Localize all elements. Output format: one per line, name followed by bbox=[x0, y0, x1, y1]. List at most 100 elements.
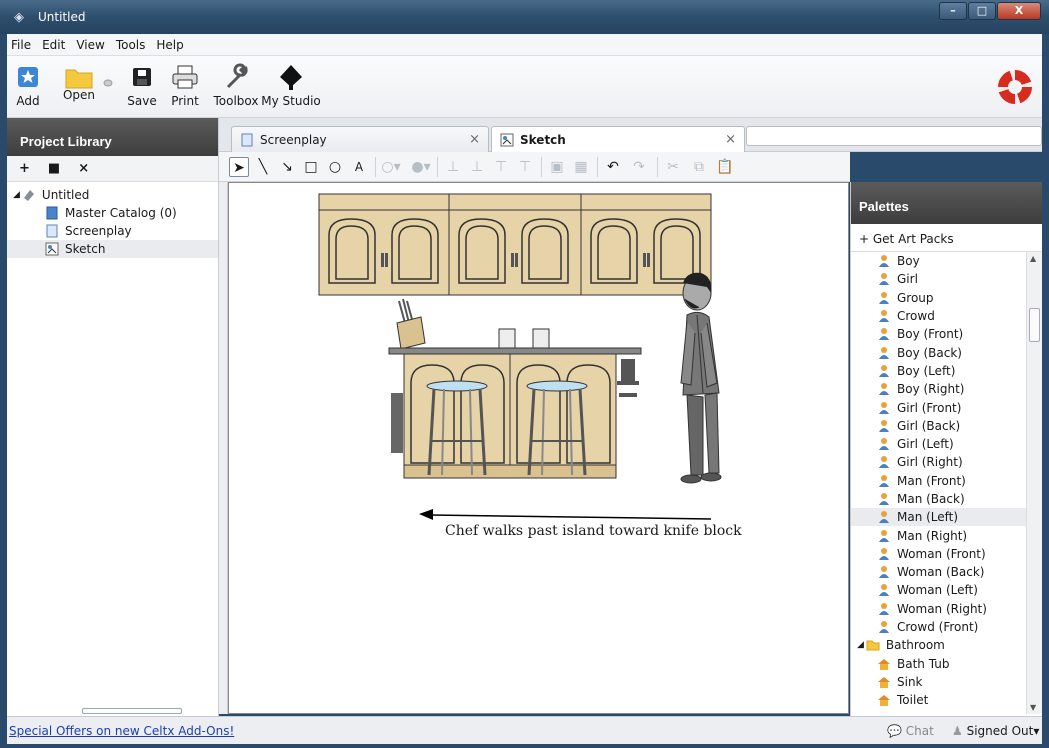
tree-item-untitled[interactable]: ◢ Untitled bbox=[7, 186, 218, 204]
collapse-arrow-icon[interactable]: ◢ bbox=[857, 640, 864, 650]
add-button[interactable]: Add bbox=[15, 62, 41, 108]
arrow-tool-icon[interactable]: ↘ bbox=[277, 157, 297, 177]
palette-item[interactable]: Girl bbox=[851, 270, 1027, 288]
palette-item[interactable]: Group bbox=[851, 289, 1027, 307]
help-lifering-icon[interactable] bbox=[998, 70, 1032, 104]
close-tab-sketch[interactable]: × bbox=[725, 132, 736, 147]
palette-item[interactable]: Boy (Back) bbox=[851, 343, 1027, 361]
palette-item[interactable]: Boy (Left) bbox=[851, 362, 1027, 380]
folder-icon bbox=[65, 69, 93, 89]
special-offers-link[interactable]: Special Offers on new Celtx Add-Ons! bbox=[9, 724, 234, 738]
palette-item[interactable]: Crowd bbox=[851, 307, 1027, 325]
collapse-arrow-icon[interactable]: ◢ bbox=[13, 190, 20, 200]
palette-item[interactable]: Sink bbox=[851, 673, 1027, 691]
close-tab-screenplay[interactable]: × bbox=[469, 132, 480, 147]
sketch-canvas[interactable]: Chef walks past island toward knife bloc… bbox=[228, 182, 849, 714]
ungroup-icon[interactable]: ▦ bbox=[571, 157, 591, 177]
scroll-up-icon[interactable]: ▲ bbox=[1030, 254, 1036, 263]
palette-list: Boy Girl Group Crowd Boy (Front) Boy (Back) Bo… bbox=[851, 252, 1027, 709]
ellipse-tool-icon[interactable]: ○ bbox=[325, 157, 345, 177]
fill-color-icon[interactable]: ●▾ bbox=[411, 157, 431, 177]
maximize-button[interactable]: □ bbox=[968, 2, 996, 20]
palette-item[interactable]: Crowd (Front) bbox=[851, 618, 1027, 636]
palette-item[interactable]: Man (Left) bbox=[851, 508, 1027, 527]
stroke-color-icon[interactable]: ○▾ bbox=[381, 157, 401, 177]
menu-view[interactable]: View bbox=[76, 38, 104, 52]
toolbar-separator bbox=[657, 157, 658, 177]
person-icon bbox=[877, 364, 891, 378]
delete-item-button[interactable]: × bbox=[78, 161, 89, 176]
group-icon[interactable]: ▣ bbox=[547, 157, 567, 177]
palette-scrollbar[interactable]: ▲ ▼ bbox=[1026, 252, 1042, 714]
palette-item[interactable]: Woman (Left) bbox=[851, 581, 1027, 599]
palette-folder-bathroom[interactable]: ◢ Bathroom bbox=[851, 636, 1027, 654]
scroll-down-icon[interactable]: ▼ bbox=[1030, 703, 1036, 712]
palette-item[interactable]: Girl (Left) bbox=[851, 435, 1027, 453]
open-dropdown-icon[interactable] bbox=[103, 76, 113, 90]
library-resize-handle[interactable] bbox=[82, 708, 182, 714]
palette-item[interactable]: Woman (Front) bbox=[851, 545, 1027, 563]
wrench-icon bbox=[226, 63, 248, 89]
menu-tools[interactable]: Tools bbox=[116, 38, 146, 52]
print-button[interactable]: Print bbox=[167, 62, 203, 108]
person-icon bbox=[877, 309, 891, 323]
get-art-packs-link[interactable]: + Get Art Packs bbox=[851, 224, 1042, 252]
align-top-icon[interactable]: ⊤ bbox=[491, 157, 511, 177]
house-icon bbox=[877, 675, 891, 689]
toolbox-button[interactable]: Toolbox bbox=[211, 62, 261, 108]
project-tree: ◢ Untitled Master Catalog (0) Screenplay… bbox=[7, 182, 218, 258]
person-icon bbox=[877, 529, 891, 543]
palette-item[interactable]: Woman (Back) bbox=[851, 563, 1027, 581]
printer-icon bbox=[172, 65, 198, 89]
palette-item[interactable]: Woman (Right) bbox=[851, 600, 1027, 618]
person-icon bbox=[877, 602, 891, 616]
text-tool-icon[interactable]: A bbox=[349, 157, 369, 177]
palette-item[interactable]: Man (Right) bbox=[851, 526, 1027, 544]
align-icon[interactable]: ⊥ bbox=[443, 157, 463, 177]
palette-item[interactable]: Girl (Front) bbox=[851, 398, 1027, 416]
palette-item[interactable]: Bath Tub bbox=[851, 655, 1027, 673]
tab-screenplay[interactable]: Screenplay × bbox=[231, 126, 489, 152]
pane-splitter[interactable] bbox=[219, 182, 228, 714]
tree-item-master-catalog[interactable]: Master Catalog (0) bbox=[7, 204, 218, 222]
sketch-caption[interactable]: Chef walks past island toward knife bloc… bbox=[445, 523, 742, 539]
palette-item[interactable]: Boy (Right) bbox=[851, 380, 1027, 398]
save-button[interactable]: Save bbox=[127, 62, 157, 108]
tree-item-screenplay[interactable]: Screenplay bbox=[7, 222, 218, 240]
select-tool-arrow-icon[interactable]: ➤ bbox=[229, 157, 249, 177]
my-studio-button[interactable]: My Studio bbox=[261, 62, 321, 108]
tab-sketch[interactable]: Sketch × bbox=[491, 126, 745, 153]
cup bbox=[532, 328, 550, 350]
palette-item[interactable]: Boy (Front) bbox=[851, 325, 1027, 343]
signed-out-button[interactable]: ♟ Signed Out▾ bbox=[952, 724, 1039, 738]
menu-file[interactable]: File bbox=[11, 38, 31, 52]
palette-item[interactable]: Man (Front) bbox=[851, 472, 1027, 490]
palette-item[interactable]: Girl (Right) bbox=[851, 453, 1027, 471]
toolbar-separator bbox=[597, 157, 598, 177]
close-button[interactable]: X bbox=[997, 2, 1041, 20]
redo-icon[interactable]: ↷ bbox=[629, 157, 649, 177]
palette-item[interactable]: Girl (Back) bbox=[851, 417, 1027, 435]
add-item-button[interactable]: + bbox=[19, 161, 30, 176]
align-center-icon[interactable]: ⊥ bbox=[467, 157, 487, 177]
cut-icon[interactable]: ✂ bbox=[663, 157, 683, 177]
palette-item[interactable]: Toilet bbox=[851, 691, 1027, 709]
palette-item[interactable]: Man (Back) bbox=[851, 490, 1027, 508]
palette-item[interactable]: Boy bbox=[851, 252, 1027, 270]
tree-item-sketch[interactable]: Sketch bbox=[7, 240, 218, 258]
copy-icon[interactable]: ⧉ bbox=[689, 157, 709, 177]
rectangle-tool-icon[interactable]: □ bbox=[301, 157, 321, 177]
scrollbar-thumb[interactable] bbox=[1029, 308, 1040, 342]
distribute-icon[interactable]: ⊤ bbox=[515, 157, 535, 177]
menu-help[interactable]: Help bbox=[156, 38, 183, 52]
undo-icon[interactable]: ↶ bbox=[603, 157, 623, 177]
person-icon bbox=[877, 583, 891, 597]
minimize-button[interactable]: – bbox=[939, 2, 967, 20]
open-button[interactable]: Open bbox=[59, 62, 99, 102]
menu-edit[interactable]: Edit bbox=[42, 38, 65, 52]
chat-button[interactable]: 💬 Chat bbox=[887, 724, 934, 738]
new-folder-button[interactable]: ■ bbox=[48, 161, 60, 176]
project-library-tools: + ■ × bbox=[7, 156, 218, 182]
line-tool-icon[interactable]: ╲ bbox=[253, 157, 273, 177]
paste-icon[interactable]: 📋 bbox=[715, 157, 735, 177]
